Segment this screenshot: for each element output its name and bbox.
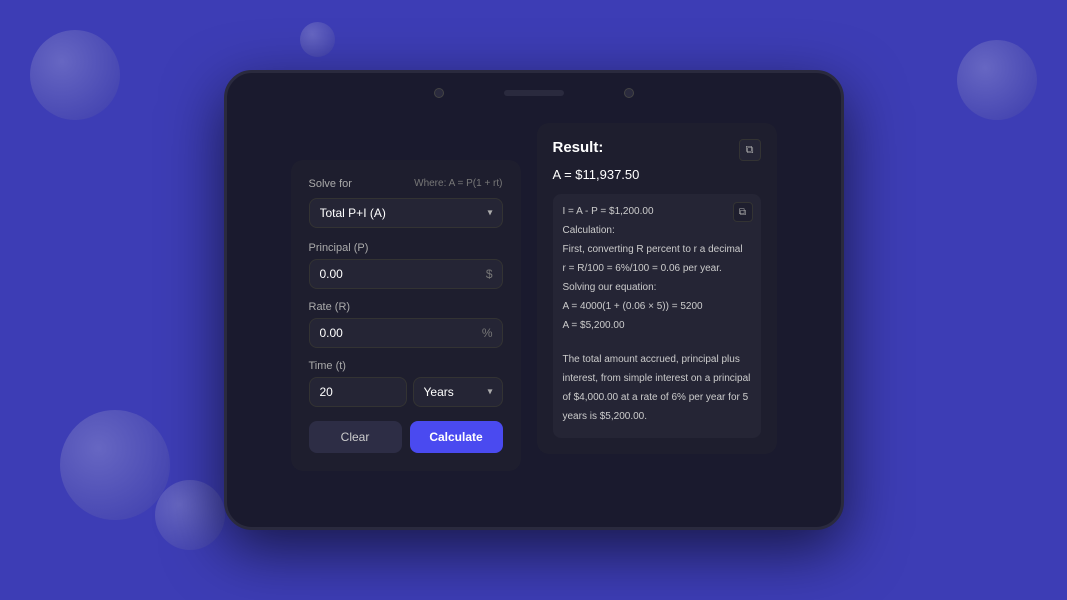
- copy-result-button[interactable]: ⧉: [739, 139, 761, 161]
- detail-line-13: years is $5,200.00.: [563, 409, 751, 424]
- rate-field-group: Rate (R) %: [309, 301, 503, 348]
- result-panel: Result: ⧉ A = $11,937.50 ⧉ I = A - P = $…: [537, 123, 777, 454]
- detail-line-6: Solving our equation:: [563, 280, 751, 295]
- formula-label: Where: A = P(1 + rt): [414, 178, 502, 189]
- tablet-speaker: [504, 90, 564, 96]
- solve-for-label: Solve for: [309, 178, 352, 190]
- principal-label: Principal (P): [309, 242, 503, 254]
- tablet-mic: [624, 88, 634, 98]
- result-title: Result:: [553, 139, 604, 156]
- principal-input-wrapper: $: [309, 259, 503, 289]
- time-label: Time (t): [309, 360, 503, 372]
- solve-for-select[interactable]: Total P+I (A) Principal (P) Rate (R) Tim…: [309, 198, 503, 228]
- result-header: Result: ⧉: [553, 139, 761, 161]
- time-input[interactable]: [309, 377, 407, 407]
- tablet-device: Solve for Where: A = P(1 + rt) Total P+I…: [224, 70, 844, 530]
- rate-label: Rate (R): [309, 301, 503, 313]
- time-field-group: Time (t) Years Months Days ▾: [309, 360, 503, 407]
- principal-suffix: $: [486, 267, 493, 281]
- calculator-panel: Solve for Where: A = P(1 + rt) Total P+I…: [291, 160, 521, 471]
- detail-line-2: Calculation:: [563, 223, 751, 238]
- result-detail-text: I = A - P = $1,200.00 Calculation: First…: [563, 204, 751, 424]
- bg-orb-5: [155, 480, 225, 550]
- bg-orb-2: [300, 22, 335, 57]
- bg-orb-3: [957, 40, 1037, 120]
- time-input-wrapper: [309, 377, 407, 407]
- rate-suffix: %: [482, 326, 493, 340]
- detail-line-12: of $4,000.00 at a rate of 6% per year fo…: [563, 390, 751, 405]
- time-row: Years Months Days ▾: [309, 377, 503, 407]
- rate-input-wrapper: %: [309, 318, 503, 348]
- detail-line-8: A = $5,200.00: [563, 318, 751, 333]
- detail-line-1: I = A - P = $1,200.00: [563, 204, 751, 219]
- copy-detail-button[interactable]: ⧉: [733, 202, 753, 222]
- solve-for-header: Solve for Where: A = P(1 + rt): [309, 178, 503, 190]
- principal-input[interactable]: [309, 259, 503, 289]
- detail-line-10: The total amount accrued, principal plus: [563, 352, 751, 367]
- time-unit-select-wrapper[interactable]: Years Months Days ▾: [413, 377, 503, 407]
- bg-orb-1: [30, 30, 120, 120]
- solve-for-select-wrapper[interactable]: Total P+I (A) Principal (P) Rate (R) Tim…: [309, 198, 503, 228]
- result-value: A = $11,937.50: [553, 167, 761, 182]
- result-detail-card: ⧉ I = A - P = $1,200.00 Calculation: Fir…: [553, 194, 761, 438]
- bg-orb-4: [60, 410, 170, 520]
- tablet-top-bar: [227, 73, 841, 113]
- button-row: Clear Calculate: [309, 421, 503, 453]
- detail-line-7: A = 4000(1 + (0.06 × 5)) = 5200: [563, 299, 751, 314]
- clear-button[interactable]: Clear: [309, 421, 402, 453]
- detail-line-4: r = R/100 = 6%/100 = 0.06 per year.: [563, 261, 751, 276]
- time-unit-select[interactable]: Years Months Days: [413, 377, 503, 407]
- principal-field-group: Principal (P) $: [309, 242, 503, 289]
- tablet-content: Solve for Where: A = P(1 + rt) Total P+I…: [227, 113, 841, 527]
- detail-line-3: First, converting R percent to r a decim…: [563, 242, 751, 257]
- detail-line-11: interest, from simple interest on a prin…: [563, 371, 751, 386]
- calculate-button[interactable]: Calculate: [410, 421, 503, 453]
- tablet-camera: [434, 88, 444, 98]
- rate-input[interactable]: [309, 318, 503, 348]
